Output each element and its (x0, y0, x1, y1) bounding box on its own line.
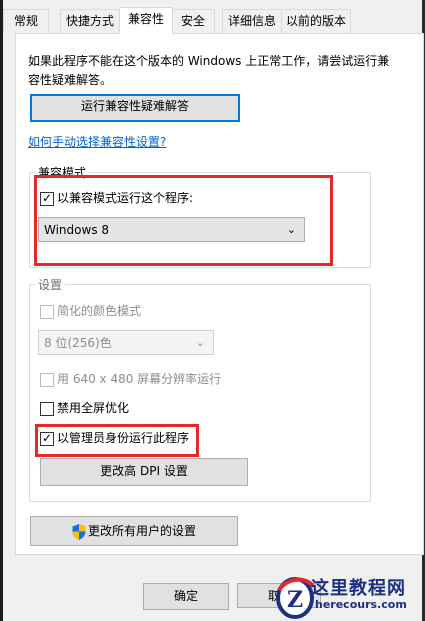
reduced-color-checkbox[interactable] (40, 305, 54, 319)
tab-previous-versions[interactable]: 以前的版本 (281, 9, 351, 33)
res-640-label: 用 640 x 480 屏幕分辨率运行 (57, 372, 222, 386)
tab-general[interactable]: 常规 (3, 9, 49, 33)
chevron-down-icon: ⌄ (195, 336, 205, 349)
res-640-checkbox[interactable] (40, 373, 54, 387)
disable-fullscreen-checkbox[interactable] (40, 402, 54, 416)
watermark-title: 这里教程网 (311, 578, 406, 599)
tab-shortcut[interactable]: 快捷方式 (60, 9, 120, 33)
shield-icon (72, 523, 86, 540)
watermark-url: herecours.com (315, 598, 407, 611)
description-text: 如果此程序不能在这个版本的 Windows 上正常工作，请尝试运行兼容性疑难解答… (28, 54, 390, 87)
ok-button[interactable]: 确定 (143, 583, 229, 610)
disable-fullscreen-label: 禁用全屏优化 (57, 401, 130, 415)
change-all-users-button[interactable]: 更改所有用户的设置 (30, 516, 238, 546)
tab-security[interactable]: 安全 (171, 9, 215, 33)
tab-compatibility[interactable]: 兼容性 (119, 7, 173, 34)
manual-settings-link[interactable]: 如何手动选择兼容性设置? (28, 133, 166, 150)
change-dpi-button[interactable]: 更改高 DPI 设置 (40, 458, 248, 486)
tab-bar: 常规 快捷方式 兼容性 安全 详细信息 以前的版本 (3, 7, 422, 34)
watermark: Z 这里教程网 herecours.com (275, 574, 422, 621)
tab-details[interactable]: 详细信息 (222, 9, 282, 33)
change-all-users-label: 更改所有用户的设置 (87, 524, 196, 538)
highlight-run-as-admin (35, 424, 199, 457)
settings-legend: 设置 (35, 276, 66, 293)
highlight-compat-mode (34, 175, 333, 266)
left-background-edge (0, 0, 3, 621)
color-depth-select[interactable]: 8 位(256)色 ⌄ (38, 330, 214, 355)
run-troubleshooter-button[interactable]: 运行兼容性疑难解答 (30, 94, 240, 122)
color-depth-value: 8 位(256)色 (44, 336, 112, 350)
reduced-color-label: 简化的颜色模式 (57, 304, 142, 318)
svg-text:Z: Z (287, 587, 303, 613)
